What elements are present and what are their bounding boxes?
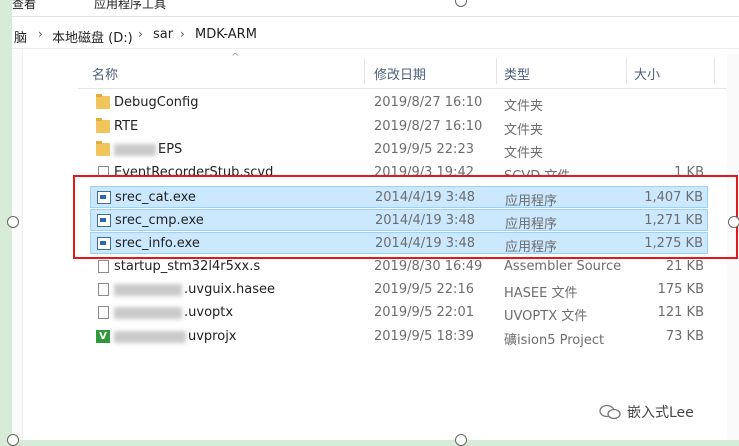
- file-size: 73 KB: [665, 329, 704, 344]
- vertical-scrollbar[interactable]: [727, 54, 739, 440]
- file-date: 2019/8/27 16:10: [374, 95, 483, 110]
- resize-handle[interactable]: [7, 434, 19, 446]
- breadcrumb-this-pc[interactable]: 脑: [14, 27, 27, 46]
- chevron-right-icon[interactable]: ›: [138, 27, 143, 41]
- file-row[interactable]: DebugConfig 2019/8/27 16:10 文件夹: [90, 92, 708, 114]
- resize-handle[interactable]: [455, 434, 467, 446]
- redacted-name-blur: [114, 331, 186, 343]
- watermark-text: 嵌入式Lee: [627, 405, 694, 421]
- file-date: 2019/8/30 16:49: [374, 259, 483, 274]
- column-divider[interactable]: [364, 58, 365, 84]
- file-date: 2014/4/19 3:48: [375, 213, 475, 228]
- breadcrumb-mdk-arm[interactable]: MDK-ARM: [195, 27, 257, 42]
- file-type: 文件夹: [504, 123, 544, 138]
- file-row[interactable]: EPS 2019/9/5 22:23 文件夹: [90, 139, 708, 161]
- file-date: 2019/9/5 18:39: [374, 329, 474, 344]
- redacted-name-blur: [114, 284, 182, 296]
- breadcrumb-sar[interactable]: sar: [153, 27, 173, 42]
- column-header-size[interactable]: 大小: [634, 64, 660, 83]
- resize-handle[interactable]: [7, 216, 19, 228]
- column-header-type[interactable]: 类型: [504, 64, 530, 83]
- file-name: srec_info.exe: [115, 236, 200, 251]
- file-row[interactable]: V uvprojx 2019/9/5 18:39 礦ision5 Project…: [90, 326, 708, 348]
- file-row[interactable]: startup_stm32l4r5xx.s 2019/8/30 16:49 As…: [90, 256, 708, 278]
- column-divider[interactable]: [626, 58, 627, 84]
- column-header-name[interactable]: 名称: [92, 64, 118, 83]
- file-type: 文件夹: [504, 99, 544, 114]
- file-date: 2019/9/5 22:01: [374, 305, 474, 320]
- file-size: 21 KB: [665, 259, 704, 274]
- file-name: EventRecorderStub.scvd: [114, 165, 274, 176]
- address-bar[interactable]: 脑 › 本地磁盘 (D:) › sar › MDK-ARM: [12, 22, 739, 49]
- resize-handle[interactable]: [728, 216, 739, 228]
- file-icon: [98, 260, 109, 273]
- file-row-selected[interactable]: srec_cmp.exe 2014/4/19 3:48 应用程序 1,271 K…: [90, 209, 708, 232]
- file-size: 1,275 KB: [644, 236, 703, 251]
- file-type: 应用程序: [505, 240, 558, 255]
- file-row[interactable]: .uvoptx 2019/9/5 22:01 UVOPTX 文件 121 KB: [90, 302, 708, 324]
- file-type: 文件夹: [504, 146, 544, 161]
- file-name: EPS: [158, 142, 183, 157]
- file-type: 应用程序: [505, 217, 558, 232]
- folder-icon: [96, 94, 110, 109]
- file-date: 2019/8/27 16:10: [374, 119, 483, 134]
- column-header-modified[interactable]: 修改日期: [374, 64, 426, 83]
- redacted-name-blur: [114, 144, 156, 156]
- chevron-right-icon[interactable]: ›: [38, 27, 43, 41]
- file-name: DebugConfig: [114, 95, 199, 110]
- column-divider[interactable]: [714, 58, 715, 84]
- file-name: RTE: [114, 119, 139, 134]
- file-date: 2019/9/3 19:42: [374, 165, 474, 176]
- folder-icon: [96, 141, 110, 156]
- file-row[interactable]: .uvguix.hasee 2019/9/5 22:16 HASEE 文件 17…: [90, 279, 708, 301]
- file-name: uvprojx: [188, 329, 237, 344]
- file-icon: [98, 166, 109, 176]
- explorer-window: 查看 应用程序工具 脑 › 本地磁盘 (D:) › sar › MDK-ARM …: [12, 0, 739, 440]
- file-row-selected[interactable]: srec_info.exe 2014/4/19 3:48 应用程序 1,275 …: [90, 232, 708, 255]
- file-icon: [98, 306, 109, 319]
- file-date: 2014/4/19 3:48: [375, 190, 475, 205]
- chevron-right-icon[interactable]: ›: [180, 27, 185, 41]
- ribbon-tab-strip: 查看 应用程序工具: [12, 0, 739, 17]
- file-row-selected[interactable]: srec_cat.exe 2014/4/19 3:48 应用程序 1,407 K…: [90, 186, 708, 209]
- ribbon-tab-app-tools[interactable]: 应用程序工具: [94, 0, 166, 12]
- file-name: .uvoptx: [184, 305, 234, 320]
- file-date: 2019/9/5 22:16: [374, 282, 474, 297]
- file-name: srec_cat.exe: [115, 190, 196, 205]
- file-type: HASEE 文件: [504, 286, 578, 301]
- file-name: startup_stm32l4r5xx.s: [114, 259, 261, 274]
- file-size: 121 KB: [657, 305, 704, 320]
- wechat-icon: [599, 404, 621, 420]
- navigation-pane[interactable]: [12, 50, 23, 440]
- file-size: 1,407 KB: [644, 190, 703, 205]
- application-icon: [97, 191, 111, 204]
- application-icon: [97, 214, 111, 227]
- file-row[interactable]: RTE 2019/8/27 16:10 文件夹: [90, 116, 708, 138]
- watermark: 嵌入式Lee: [599, 402, 694, 422]
- file-type: SCVD 文件: [504, 165, 570, 176]
- file-type: 应用程序: [505, 194, 558, 209]
- file-size: 1 KB: [674, 165, 704, 176]
- file-icon: [98, 283, 109, 296]
- column-divider[interactable]: [496, 58, 497, 84]
- breadcrumb-drive[interactable]: 本地磁盘 (D:): [52, 27, 133, 46]
- file-type: 礦ision5 Project: [504, 333, 605, 348]
- redacted-name-blur: [114, 307, 182, 319]
- file-row[interactable]: EventRecorderStub.scvd 2019/9/3 19:42 SC…: [90, 162, 708, 176]
- application-icon: [97, 237, 111, 250]
- uvision-icon: V: [96, 330, 110, 343]
- file-size: 175 KB: [657, 282, 704, 297]
- file-name: srec_cmp.exe: [115, 213, 204, 228]
- file-type: Assembler Source: [504, 259, 622, 274]
- file-date: 2019/9/5 22:23: [374, 142, 474, 157]
- folder-icon: [96, 118, 110, 133]
- file-date: 2014/4/19 3:48: [375, 236, 475, 251]
- ribbon-tab-view[interactable]: 查看: [12, 0, 36, 12]
- file-type: UVOPTX 文件: [504, 309, 588, 324]
- file-name: .uvguix.hasee: [184, 282, 275, 297]
- column-header-row: 名称 修改日期 类型 大小: [78, 54, 727, 89]
- file-size: 1,271 KB: [644, 213, 703, 228]
